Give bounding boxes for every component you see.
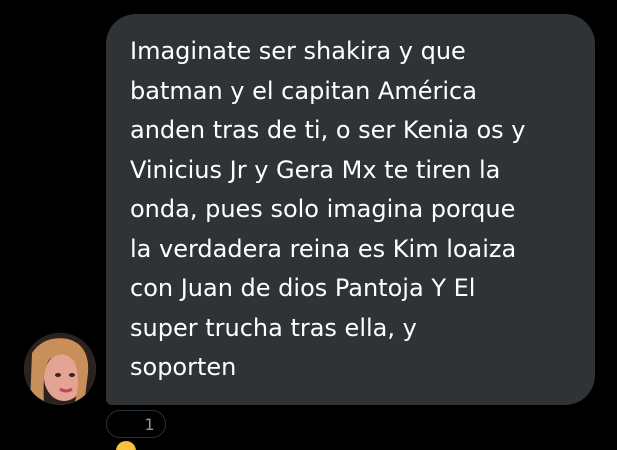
add-reaction-icon[interactable] [116,441,136,450]
avatar[interactable] [24,333,96,405]
message-text: Imaginate ser shakira y que batman y el … [130,37,526,381]
message-bubble[interactable]: Imaginate ser shakira y que batman y el … [106,14,595,405]
tears-of-joy-emoji-icon: 😂 [115,412,139,436]
avatar-image [24,333,96,405]
reaction-badge[interactable]: 😂 1 [106,410,166,438]
reaction-count: 1 [144,414,155,434]
